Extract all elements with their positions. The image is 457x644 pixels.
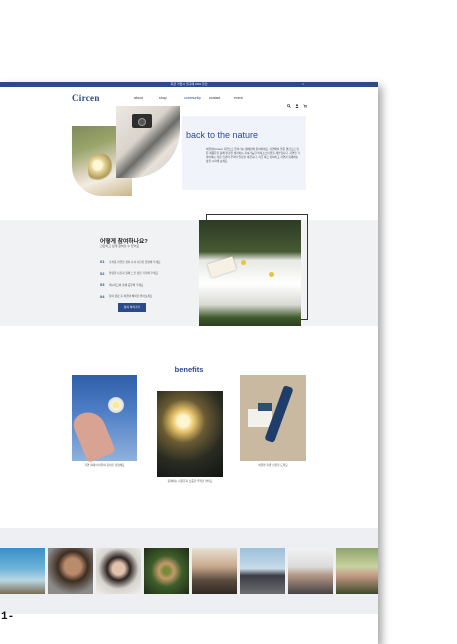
howto-section: 어떻게 참여하나요? 간단하고 쉽게 참여할 수 있어요 01 가까운 자연을 …: [0, 214, 378, 326]
user-icon[interactable]: [295, 95, 299, 108]
nav-item-community[interactable]: community: [184, 96, 209, 100]
hero-text: 써클렌(Circen) 자연으로 돌아가는 캠페인에 참여하세요. 자연에서 얻…: [206, 148, 301, 163]
gallery-photo-outdoor[interactable]: [336, 548, 378, 594]
step-number: 02: [100, 270, 105, 276]
nav-item-shop[interactable]: shop: [159, 96, 184, 100]
hero-card: back to the nature 써클렌(Circen) 자연으로 돌아가는…: [182, 116, 306, 190]
step-text: 참여 완료 후 써클렌 혜택을 받아보세요: [109, 295, 153, 299]
howto-subtitle: 간단하고 쉽게 참여할 수 있어요: [100, 244, 140, 248]
benefit-photo-crowd-sunset: [157, 391, 223, 477]
step-number: 04: [100, 293, 105, 299]
flower-dot: [269, 272, 274, 277]
benefit-card-2: 함께하는 사람들과 소중한 추억을 쌓아요: [157, 391, 223, 483]
nav-item-event[interactable]: event: [234, 96, 259, 100]
participate-button[interactable]: 참여 하러가기: [118, 303, 146, 312]
gallery-photo-woman-smiling[interactable]: [192, 548, 237, 594]
step-number: 03: [100, 282, 105, 288]
step-item: 02 촬영한 사진과 함께 느낀 점을 기록해 주세요: [100, 268, 160, 280]
website-mockup: 지금 가입시 첫구매 20% 할인 × Circen about shop co…: [0, 82, 378, 644]
gallery-photo-lying[interactable]: [288, 548, 333, 594]
benefit-caption: 써클렌 특별 선물을 드려요: [258, 464, 288, 467]
step-text: 해시태그와 함께 공유해 주세요: [109, 283, 144, 287]
flower-bouquet: [88, 154, 112, 182]
hero-title: back to the nature: [186, 130, 259, 140]
open-book: [207, 256, 237, 278]
step-item: 03 해시태그와 함께 공유해 주세요: [100, 279, 160, 291]
presentation-canvas: 지금 가입시 첫구매 20% 할인 × Circen about shop co…: [0, 0, 457, 644]
benefit-photo-hand-flower: [70, 375, 137, 463]
benefit-card-3: 써클렌 특별 선물을 드려요: [240, 375, 306, 467]
hero-photo-camera: [116, 106, 180, 178]
gallery-photo-turtle[interactable]: [0, 548, 45, 594]
benefit-caption: 함께하는 사람들과 소중한 추억을 쌓아요: [167, 480, 213, 483]
benefit-photo-gift-set: [240, 375, 306, 461]
hand-shape: [70, 407, 116, 463]
cart-icon[interactable]: [303, 95, 308, 108]
nav-icons: [287, 95, 308, 108]
nav-item-about[interactable]: about: [134, 96, 159, 100]
gift-card: [248, 409, 272, 427]
nav-item-contact[interactable]: contact: [209, 96, 234, 100]
gallery-photo-friends[interactable]: [240, 548, 285, 594]
step-number: 01: [100, 259, 105, 265]
flower-dot: [255, 266, 260, 271]
step-text: 가까운 자연을 찾아 나서 사진을 촬영해 주세요: [109, 260, 161, 264]
page-number: 1-: [1, 611, 15, 623]
flower-bloom: [108, 397, 124, 413]
benefit-card-1: 자연 속에서 여유와 휴식을 경험해요: [70, 375, 137, 467]
gallery-photo-portrait[interactable]: [48, 548, 93, 594]
benefit-caption: 자연 속에서 여유와 휴식을 경험해요: [84, 464, 125, 467]
search-icon[interactable]: [287, 95, 291, 108]
step-item: 04 참여 완료 후 써클렌 혜택을 받아보세요: [100, 291, 160, 303]
step-text: 촬영한 사진과 함께 느낀 점을 기록해 주세요: [109, 272, 158, 276]
step-item: 01 가까운 자연을 찾아 나서 사진을 촬영해 주세요: [100, 256, 160, 268]
gallery-photo-hands-circle[interactable]: [144, 548, 189, 594]
photo-gallery-strip: [0, 548, 378, 594]
gift-item: [258, 403, 272, 411]
howto-steps: 01 가까운 자연을 찾아 나서 사진을 촬영해 주세요 02 촬영한 사진과 …: [100, 256, 160, 302]
nav-menu: about shop community contact event: [134, 96, 259, 100]
gallery-photo-woman[interactable]: [96, 548, 141, 594]
main-nav: Circen about shop community contact even…: [0, 87, 378, 108]
flower-dot: [241, 260, 246, 265]
camera-lens: [138, 118, 146, 126]
brand-logo[interactable]: Circen: [72, 93, 100, 103]
benefits-title: benefits: [174, 365, 204, 374]
howto-photo-picnic-blanket: [199, 220, 301, 326]
